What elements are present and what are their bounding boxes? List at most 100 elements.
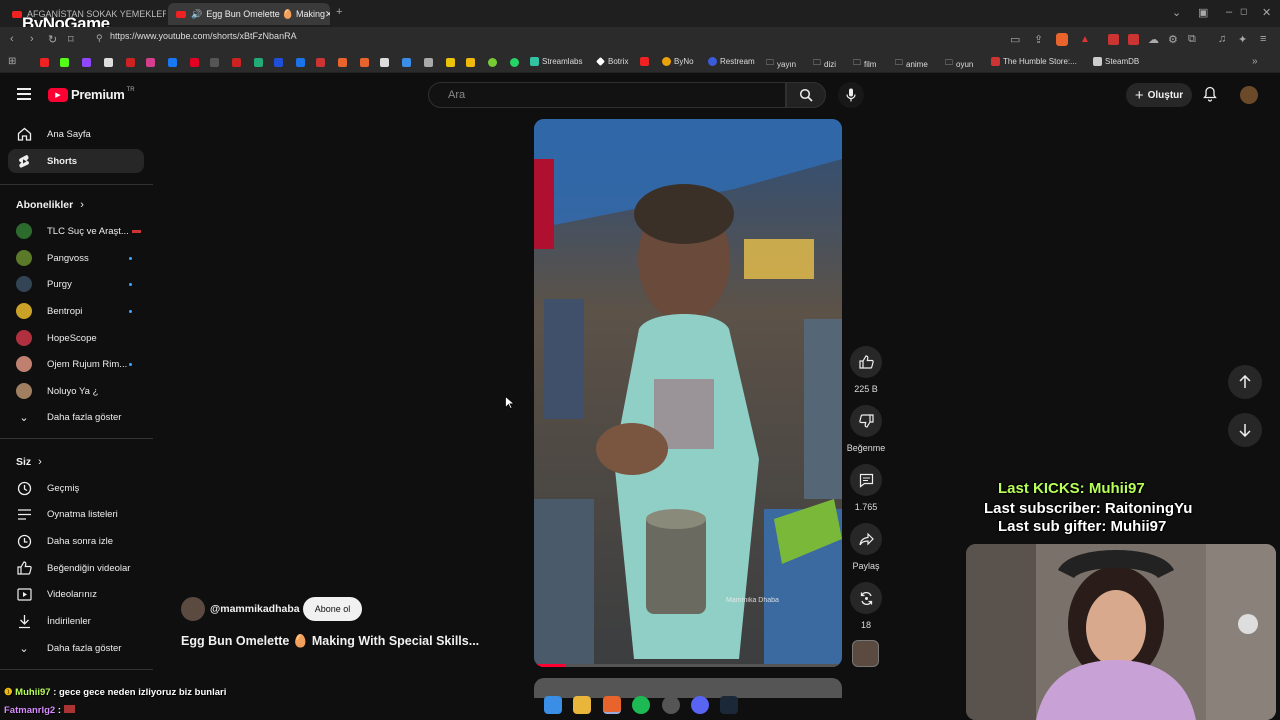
bookmark-icon[interactable] <box>466 58 475 67</box>
back-icon[interactable]: ‹ <box>10 33 14 45</box>
like-button[interactable] <box>850 346 882 378</box>
remix-button[interactable] <box>850 582 882 614</box>
site-info-icon[interactable]: ⚲ <box>96 33 103 44</box>
bookmark-steamdb[interactable]: SteamDB <box>1093 57 1139 66</box>
sidebar-subscription[interactable]: Purgy <box>8 272 144 296</box>
discord-icon[interactable] <box>691 696 709 714</box>
sidebar-subscription[interactable]: Ojem Rujum Rim... <box>8 352 144 376</box>
extensions-puzzle-icon[interactable]: ⧉ <box>1188 33 1196 46</box>
ai-icon[interactable]: ✦ <box>1238 33 1247 46</box>
brave-shield-icon[interactable] <box>1056 33 1068 46</box>
more-bookmarks-icon[interactable]: » <box>1252 56 1258 67</box>
next-short-button[interactable] <box>1228 413 1262 447</box>
bookmark-icon[interactable]: ⌑ <box>68 33 74 46</box>
bookmark-icon[interactable] <box>104 58 113 67</box>
bookmark-folder-anime[interactable]: 🗀 anime <box>895 57 928 71</box>
new-tab-icon[interactable]: + <box>336 6 342 18</box>
bookmark-byno[interactable]: ByNo <box>662 57 694 66</box>
channel-avatar[interactable] <box>181 597 205 621</box>
youtube-logo[interactable]: ▶ Premium TR <box>48 87 135 102</box>
sidebar-subscription[interactable]: Pangvoss <box>8 246 144 270</box>
bookmark-icon[interactable] <box>146 58 155 67</box>
short-video-player[interactable]: Mammika Dhaba <box>534 119 842 667</box>
subscriptions-header[interactable]: Abonelikler › <box>16 199 84 211</box>
close-window-icon[interactable]: ✕ <box>1262 6 1271 19</box>
bookmark-icon[interactable] <box>338 58 347 67</box>
sidebar-subscription[interactable]: Noluyo Ya ¿ <box>8 379 144 403</box>
share-action[interactable]: Paylaş <box>850 523 882 571</box>
app-icon[interactable] <box>662 696 680 714</box>
bookmark-icon[interactable] <box>274 58 283 67</box>
sidebar-item-liked-videos[interactable]: Beğendiğin videolar <box>8 556 144 580</box>
bookmark-folder-yayin[interactable]: 🗀 yayın <box>766 57 796 71</box>
bookmark-folder-film[interactable]: 🗀 film <box>853 57 876 71</box>
bookmark-folder-oyun[interactable]: 🗀 oyun <box>945 57 973 71</box>
share-button[interactable] <box>850 523 882 555</box>
notifications-button[interactable] <box>1203 86 1217 105</box>
bookmark-icon[interactable] <box>402 58 411 67</box>
subscribe-button[interactable]: Abone ol <box>303 597 362 621</box>
previous-short-button[interactable] <box>1228 365 1262 399</box>
apps-grid-icon[interactable]: ⊞ <box>8 56 16 67</box>
progress-bar-track[interactable] <box>534 664 842 667</box>
account-avatar[interactable] <box>1240 86 1258 104</box>
bookmark-bynogame-red[interactable] <box>640 57 652 66</box>
audio-thumbnail[interactable] <box>852 640 879 667</box>
sidebar-subscription[interactable]: Bentropi <box>8 299 144 323</box>
like-action[interactable]: 225 B <box>850 346 882 394</box>
bookmark-icon[interactable] <box>126 58 135 67</box>
comments-action[interactable]: 1.765 <box>850 464 882 512</box>
sidebar-item-home[interactable]: Ana Sayfa <box>8 122 144 146</box>
sidebar-item-playlists[interactable]: Oynatma listeleri <box>8 502 144 526</box>
bookmark-icon[interactable] <box>232 58 241 67</box>
bookmark-icon[interactable] <box>296 58 305 67</box>
share-icon[interactable]: ⇪ <box>1034 33 1043 46</box>
comments-button[interactable] <box>850 464 882 496</box>
url-field[interactable]: https://www.youtube.com/shorts/xBtFzNban… <box>110 31 297 41</box>
whatsapp-icon[interactable] <box>510 58 519 67</box>
dislike-action[interactable]: Beğenme <box>847 405 885 453</box>
bookmark-botrix[interactable]: Botrix <box>596 57 628 66</box>
bookmark-icon[interactable] <box>210 58 219 67</box>
windows-start-icon[interactable] <box>544 696 562 714</box>
brave-rewards-icon[interactable]: ▲ <box>1080 34 1090 45</box>
bookmark-icon[interactable] <box>60 58 69 67</box>
sidebar-show-more[interactable]: ⌄ Daha fazla göster <box>8 405 144 429</box>
cast-icon[interactable]: ▭ <box>1010 33 1020 46</box>
tab-close-icon[interactable]: ✕ <box>325 9 330 20</box>
search-input[interactable]: Ara <box>428 82 786 108</box>
bookmark-folder-dizi[interactable]: 🗀 dizi <box>813 57 836 71</box>
you-header[interactable]: Siz › <box>16 456 42 468</box>
bookmark-icon[interactable] <box>488 58 497 67</box>
minimize-icon[interactable]: – <box>1226 6 1232 18</box>
short-title[interactable]: Egg Bun Omelette 🥚 Making With Special S… <box>181 634 479 649</box>
voice-search-button[interactable] <box>838 82 864 108</box>
reload-icon[interactable]: ↻ <box>48 33 57 46</box>
bookmark-icon[interactable] <box>82 58 91 67</box>
extension-icon[interactable] <box>1108 34 1119 45</box>
maximize-icon[interactable]: ◻ <box>1240 6 1247 17</box>
spotify-icon[interactable] <box>632 696 650 714</box>
create-button[interactable]: + Oluştur <box>1126 83 1192 107</box>
window-tile-icon[interactable]: ▣ <box>1198 6 1208 19</box>
bookmark-icon[interactable] <box>316 58 325 67</box>
sidebar-show-more[interactable]: ⌄ Daha fazla göster <box>8 636 144 660</box>
bookmark-streamlabs[interactable]: Streamlabs <box>530 57 582 66</box>
sidebar-subscription[interactable]: HopeScope <box>8 326 144 350</box>
sidebar-subscription[interactable]: TLC Suç ve Araşt... <box>8 219 144 243</box>
remix-action[interactable]: 18 <box>850 582 882 630</box>
bookmark-icon[interactable] <box>40 58 49 67</box>
bookmark-icon[interactable] <box>254 58 263 67</box>
bookmark-icon[interactable] <box>168 58 177 67</box>
steam-icon[interactable] <box>720 696 738 714</box>
bookmark-restream[interactable]: Restream <box>708 57 755 66</box>
forward-icon[interactable]: › <box>30 33 34 45</box>
file-explorer-icon[interactable] <box>573 696 591 714</box>
brave-browser-icon[interactable] <box>603 696 621 714</box>
sidebar-item-downloads[interactable]: İndirilenler <box>8 609 144 633</box>
extension-icon[interactable]: ⚙ <box>1168 33 1178 46</box>
bookmark-icon[interactable] <box>190 58 199 67</box>
channel-name[interactable]: @mammikadhaba <box>210 603 300 615</box>
extension-icon[interactable]: ☁ <box>1148 33 1159 46</box>
bookmark-humble[interactable]: The Humble Store:... <box>991 57 1077 66</box>
